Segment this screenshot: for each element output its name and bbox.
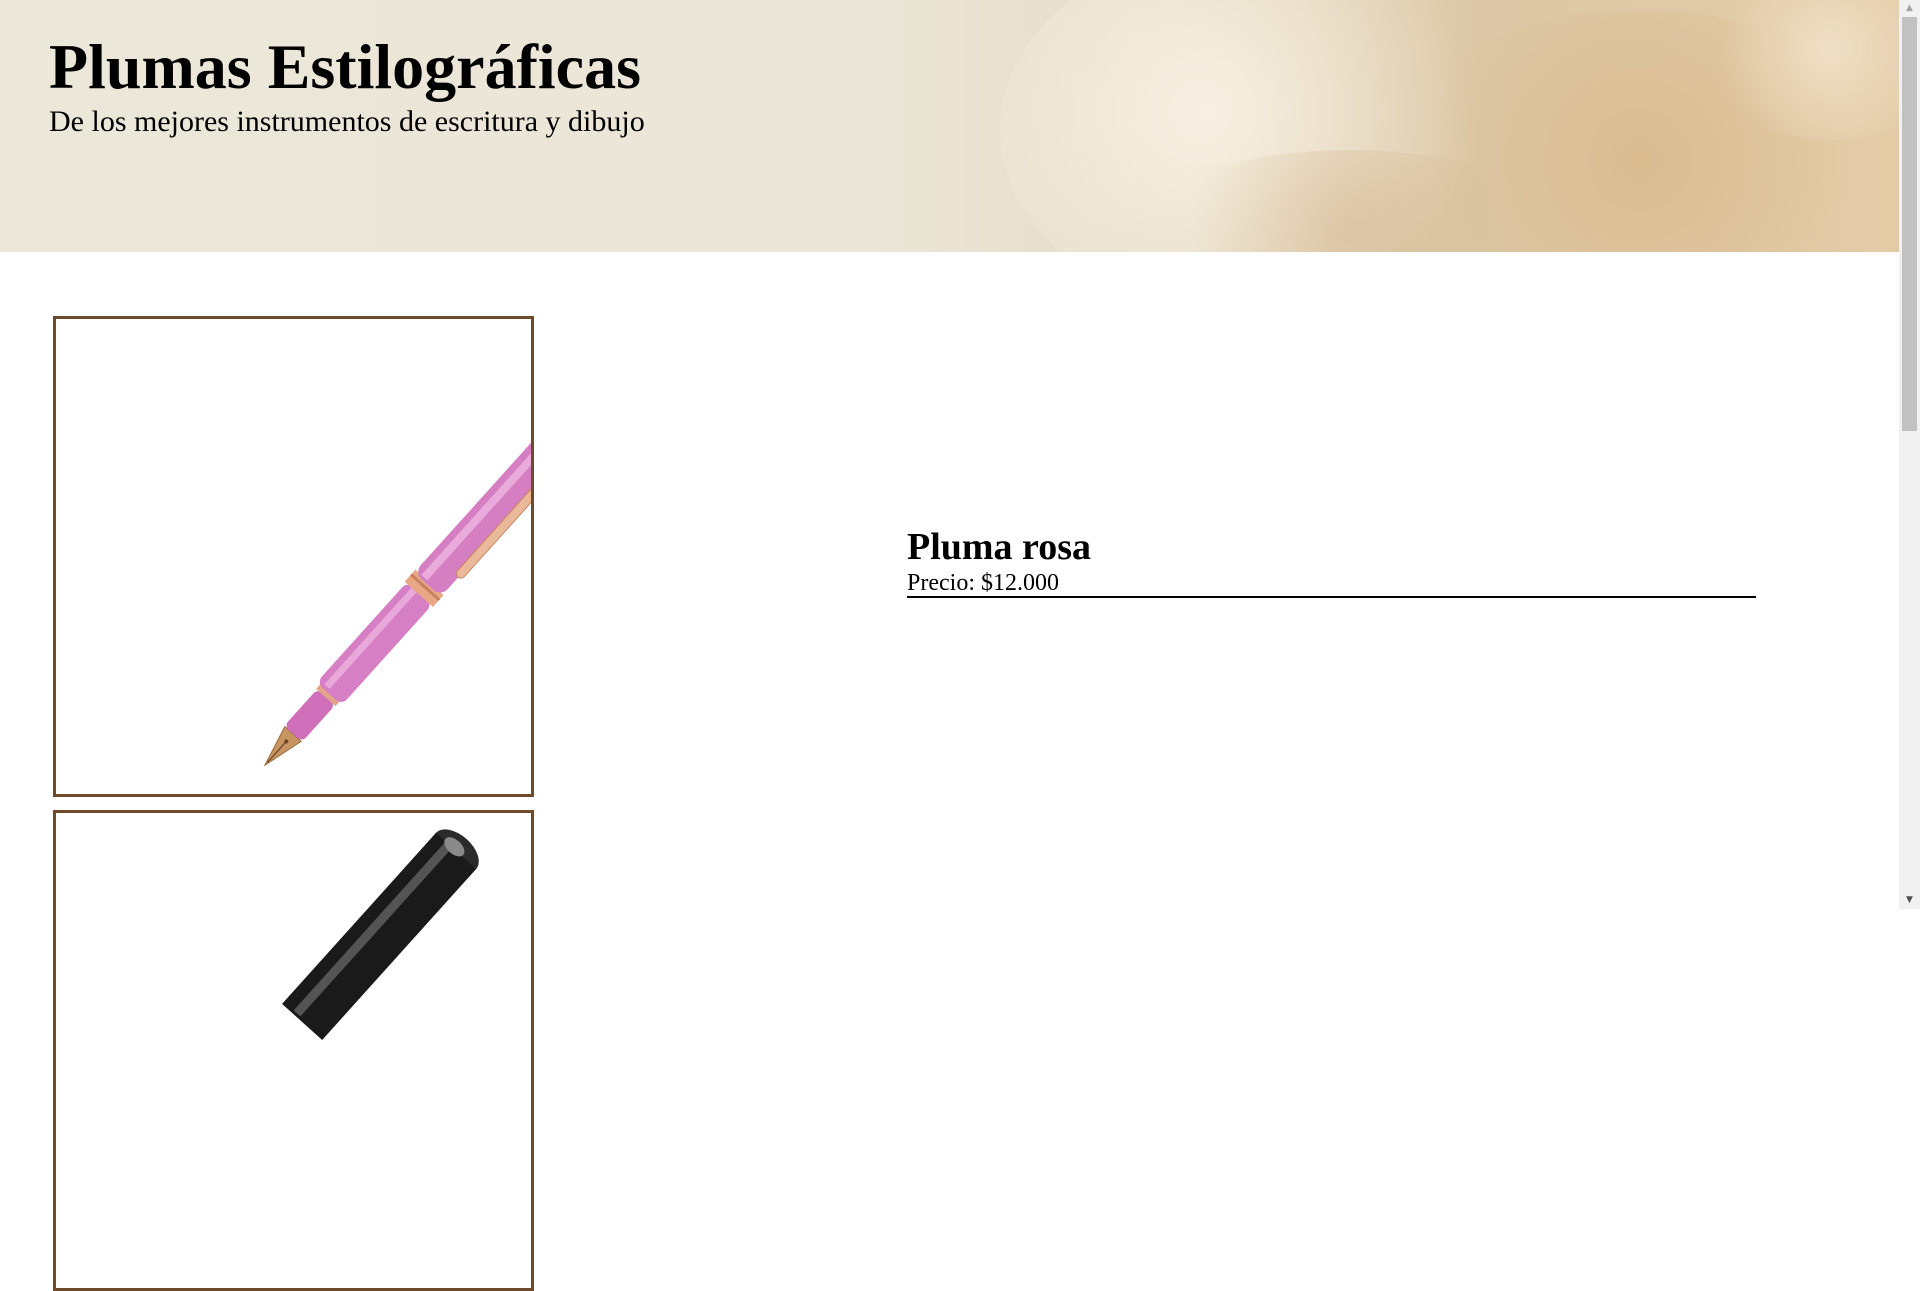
divider	[907, 596, 1756, 598]
site-subtitle: De los mejores instrumentos de escritura…	[49, 105, 645, 138]
product-info: Pluma rosa Precio: $12.000	[907, 525, 1756, 597]
site-title: Plumas Estilográficas	[49, 31, 641, 102]
product-price: Precio: $12.000	[907, 570, 1059, 596]
black-fountain-pen-icon	[282, 829, 479, 1040]
vertical-scrollbar[interactable]: ▲ ▼	[1899, 0, 1920, 909]
product-image-card[interactable]	[53, 316, 534, 797]
site-header: Plumas Estilográficas De los mejores ins…	[0, 0, 1899, 252]
pink-fountain-pen-icon	[263, 432, 531, 767]
product-name[interactable]: Pluma rosa	[907, 525, 1756, 569]
product-image-card[interactable]	[53, 810, 534, 1291]
scroll-up-arrow-icon[interactable]: ▲	[1899, 0, 1920, 17]
scroll-down-arrow-icon[interactable]: ▼	[1899, 892, 1920, 909]
scroll-thumb[interactable]	[1902, 17, 1917, 431]
